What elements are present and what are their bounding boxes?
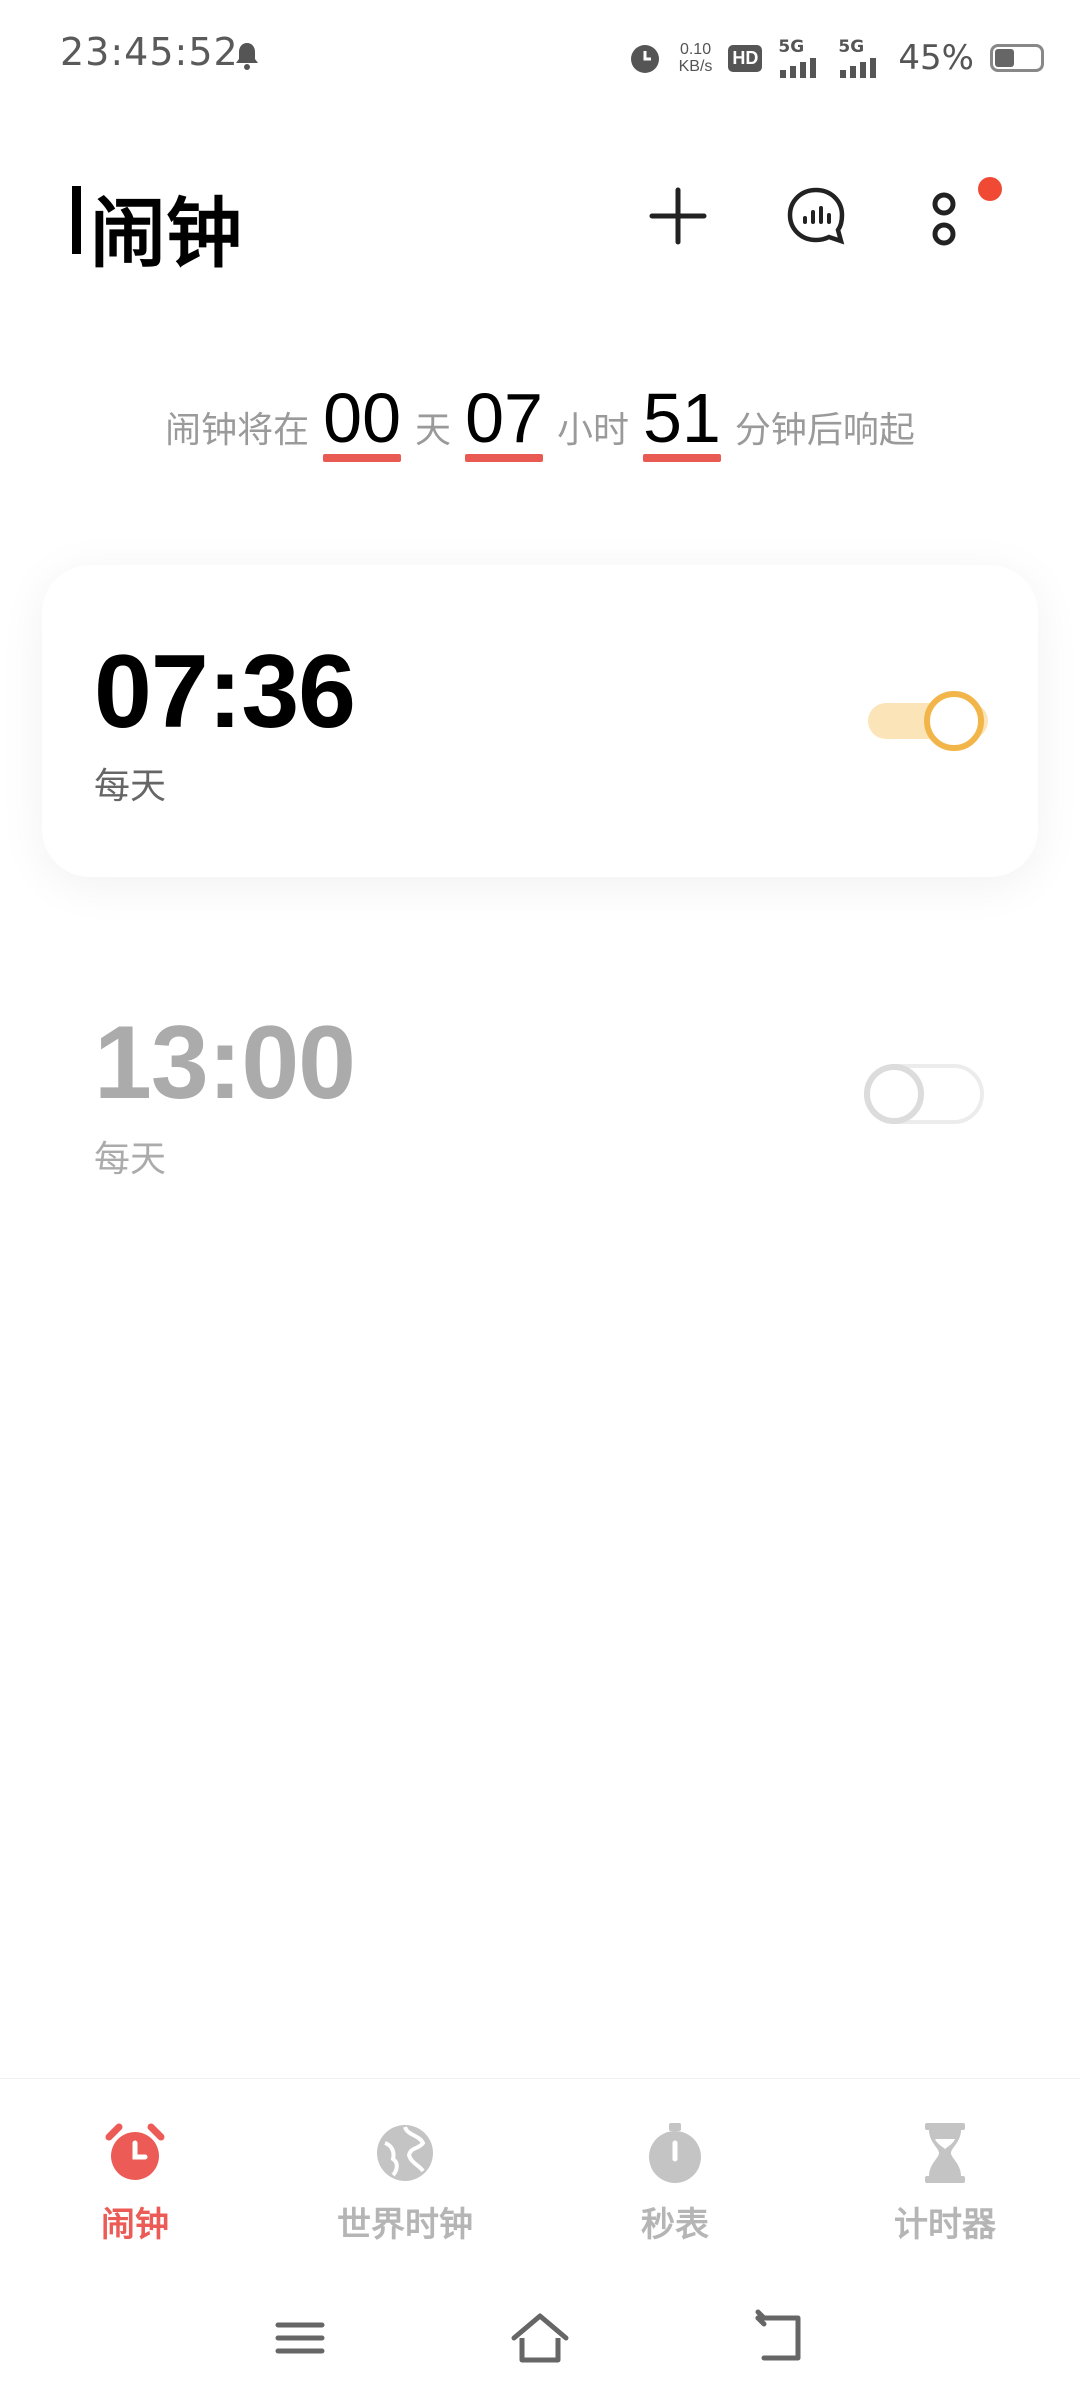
tab-label: 计时器 bbox=[894, 2205, 996, 2245]
net-speed-unit: KB/s bbox=[678, 58, 713, 75]
next-alarm-countdown: 闹钟将在 00 天 07 小时 51 分钟后响起 bbox=[0, 378, 1080, 462]
title-accent-bar bbox=[72, 186, 81, 254]
alarm-repeat: 每天 bbox=[94, 766, 167, 807]
hd-indicator: HD bbox=[728, 44, 763, 72]
countdown-prefix: 闹钟将在 bbox=[165, 410, 310, 451]
alarm-card[interactable]: 07:36 每天 bbox=[42, 565, 1038, 877]
plus-icon bbox=[649, 187, 707, 245]
alarm-time: 07:36 bbox=[94, 634, 356, 750]
signal-bars-icon bbox=[780, 58, 817, 78]
globe-icon bbox=[377, 2125, 433, 2181]
countdown-days: 00 bbox=[323, 379, 402, 462]
bottom-tab-bar: 闹钟 世界时钟 秒表 计时器 bbox=[0, 2078, 1080, 2269]
toggle-knob bbox=[924, 691, 984, 751]
alarm-clock-icon bbox=[105, 2123, 165, 2180]
signal-2: 5G bbox=[838, 38, 882, 78]
countdown-minutes-unit: 分钟后响起 bbox=[734, 410, 915, 451]
tab-label: 秒表 bbox=[641, 2205, 709, 2245]
countdown-hours-unit: 小时 bbox=[556, 410, 629, 451]
net-speed: 0.10 KB/s bbox=[679, 41, 713, 75]
countdown-hours: 07 bbox=[465, 379, 543, 462]
tab-alarm[interactable]: 闹钟 bbox=[0, 2079, 270, 2269]
hourglass-icon bbox=[925, 2123, 965, 2183]
add-alarm-button[interactable] bbox=[638, 176, 718, 256]
tab-label: 世界时钟 bbox=[337, 2205, 473, 2245]
tab-world-clock[interactable]: 世界时钟 bbox=[270, 2079, 540, 2269]
alarm-repeat: 每天 bbox=[94, 1139, 167, 1180]
notification-bell-icon bbox=[236, 43, 258, 70]
countdown-days-unit: 天 bbox=[415, 410, 452, 451]
voice-broadcast-button[interactable] bbox=[776, 176, 856, 256]
menu-button[interactable] bbox=[270, 2308, 330, 2368]
status-icons: 0.10 KB/s HD 5G 5G 45% bbox=[627, 34, 1044, 82]
tab-stopwatch[interactable]: 秒表 bbox=[540, 2079, 810, 2269]
page-title: 闹钟 bbox=[90, 189, 242, 278]
back-icon bbox=[755, 2309, 801, 2361]
home-button[interactable] bbox=[510, 2308, 570, 2368]
notification-dot bbox=[978, 177, 1002, 201]
signal-bars-icon bbox=[840, 58, 877, 78]
alarm-toggle[interactable] bbox=[868, 691, 988, 751]
countdown-minutes: 51 bbox=[642, 379, 721, 462]
hd-badge: HD bbox=[728, 44, 763, 72]
battery-percent: 45% bbox=[898, 38, 974, 78]
battery-fill bbox=[995, 49, 1015, 67]
alarm-toggle[interactable] bbox=[864, 1064, 984, 1124]
battery-icon bbox=[990, 44, 1044, 72]
system-nav-bar bbox=[0, 2290, 1080, 2386]
more-options-icon bbox=[932, 192, 956, 246]
net-speed-value: 0.10 bbox=[679, 41, 712, 58]
voice-broadcast-icon bbox=[787, 187, 845, 245]
home-icon bbox=[511, 2313, 569, 2363]
signal-1: 5G bbox=[778, 38, 822, 78]
stopwatch-icon bbox=[649, 2123, 701, 2183]
status-time: 23:45:52 bbox=[60, 30, 239, 74]
alarm-item[interactable]: 13:00 每天 bbox=[42, 960, 1038, 1240]
alarm-time: 13:00 bbox=[94, 1005, 356, 1121]
tab-timer[interactable]: 计时器 bbox=[810, 2079, 1080, 2269]
tab-label: 闹钟 bbox=[101, 2205, 169, 2245]
menu-icon bbox=[275, 2322, 325, 2354]
signal-1-label: 5G bbox=[778, 37, 805, 57]
toggle-knob bbox=[864, 1064, 924, 1124]
back-button[interactable] bbox=[750, 2308, 810, 2368]
signal-2-label: 5G bbox=[838, 37, 865, 57]
alarm-status-icon bbox=[630, 45, 659, 73]
